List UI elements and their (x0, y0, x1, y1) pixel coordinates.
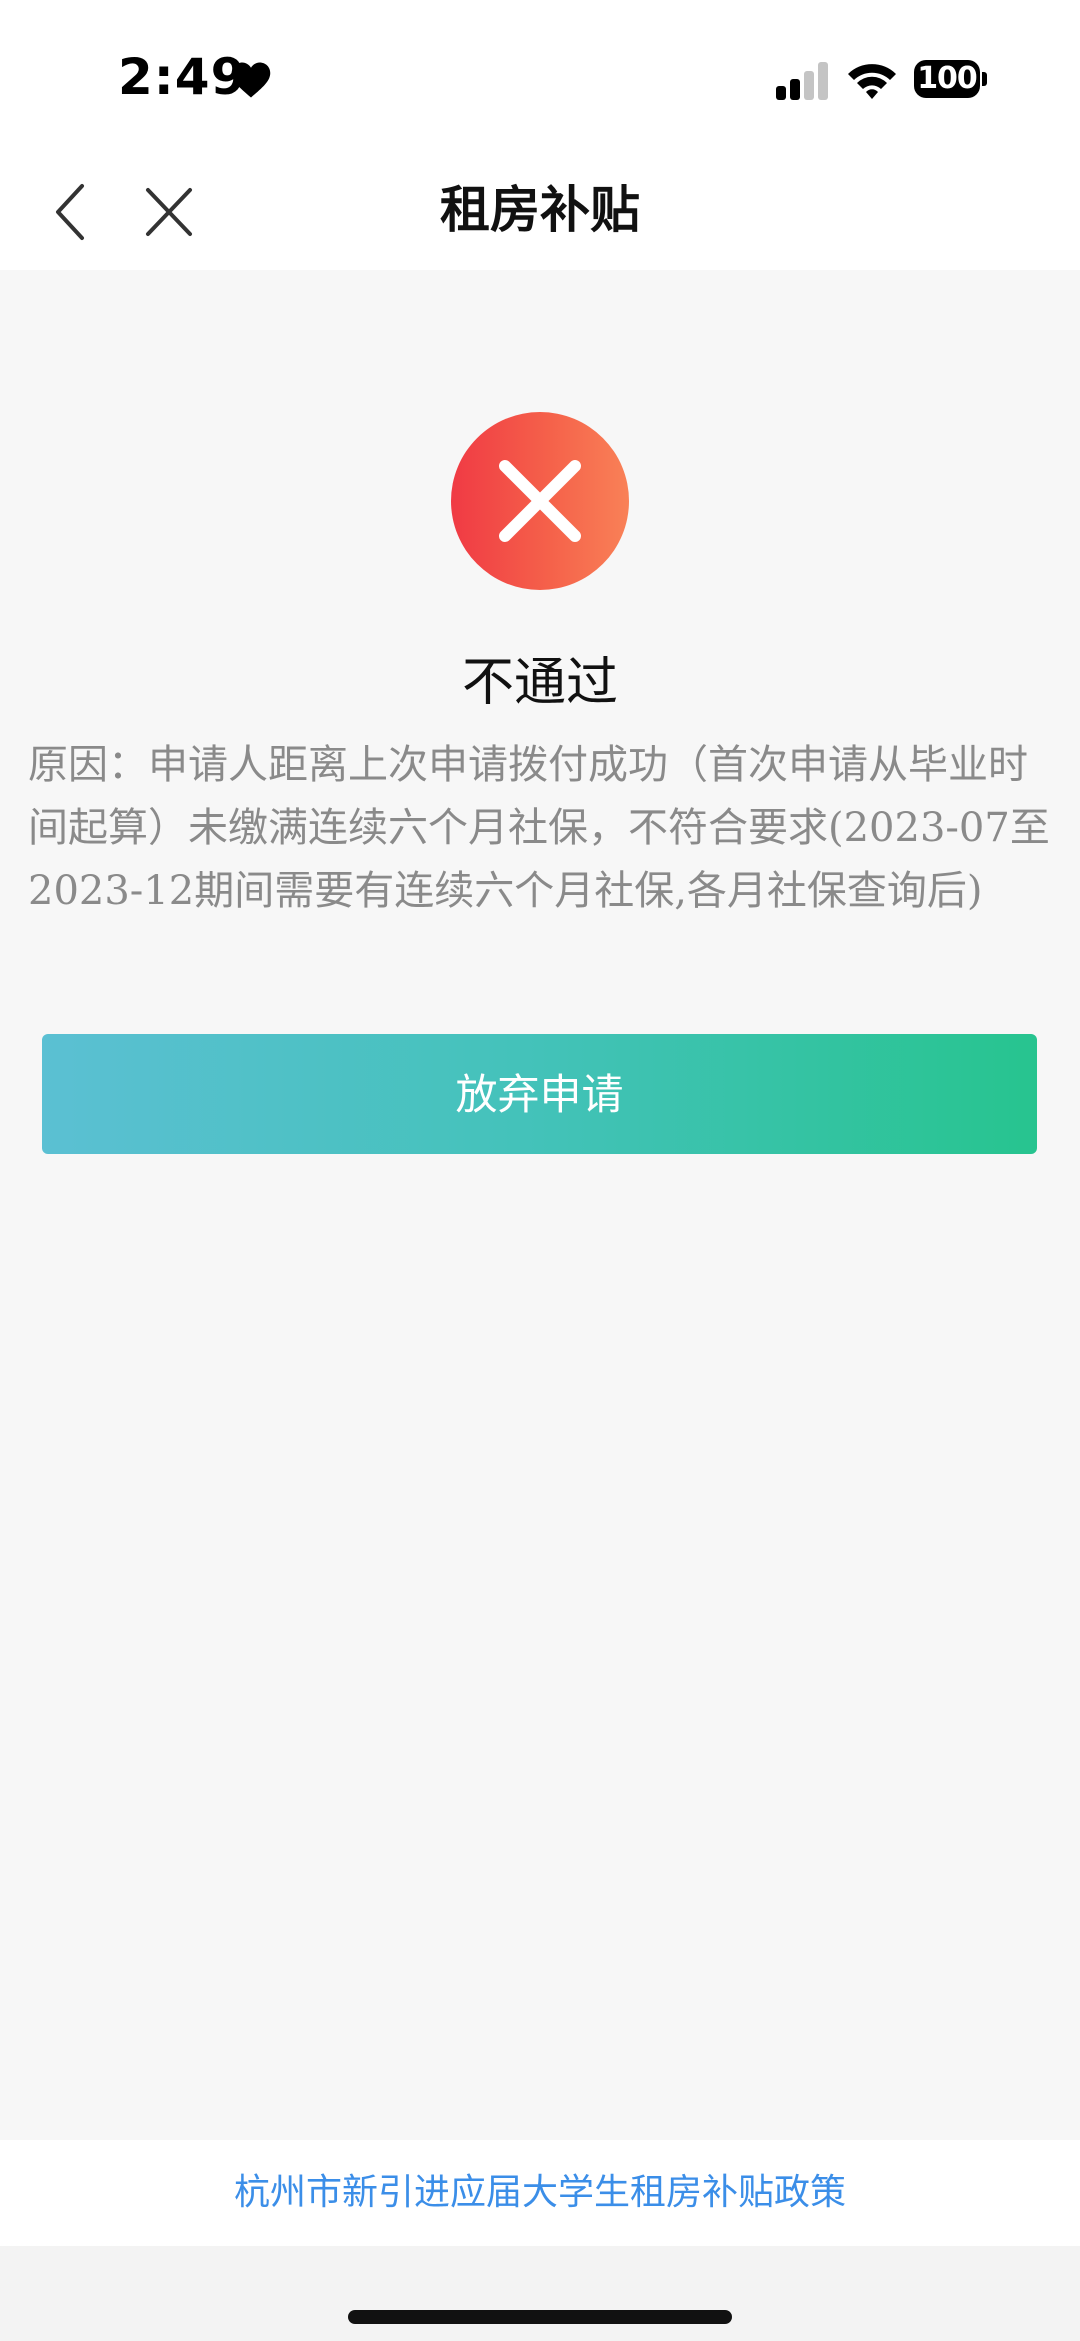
wifi-icon (848, 64, 896, 99)
battery-icon: 100 (914, 60, 988, 100)
result-status-title: 不通过 (461, 653, 618, 713)
rejection-reason: 原因：申请人距离上次申请拨付成功（首次申请从毕业时间起算）未缴满连续六个月社保，… (28, 742, 1050, 914)
signal-icon (776, 62, 828, 100)
cross-icon (499, 460, 581, 542)
battery-tip (982, 72, 987, 86)
abandon-application-button[interactable]: 放弃申请 (42, 1034, 1037, 1154)
home-indicator-area (0, 2246, 1080, 2341)
status-time: 2:49 (118, 48, 247, 106)
battery-level: 100 (914, 60, 980, 98)
back-icon[interactable] (48, 180, 92, 244)
nav-bar: 租房补贴 (0, 160, 1080, 270)
main-content: 不通过 原因：申请人距离上次申请拨付成功（首次申请从毕业时间起算）未缴满连续六个… (0, 270, 1080, 2140)
fail-icon (451, 412, 629, 590)
home-indicator[interactable] (348, 2310, 732, 2324)
close-icon[interactable] (142, 184, 196, 240)
footer: 杭州市新引进应届大学生租房补贴政策 (0, 2140, 1080, 2246)
policy-link[interactable]: 杭州市新引进应届大学生租房补贴政策 (0, 2140, 1080, 2246)
status-bar: 2:49 100 (0, 0, 1080, 160)
heart-icon (231, 62, 271, 98)
